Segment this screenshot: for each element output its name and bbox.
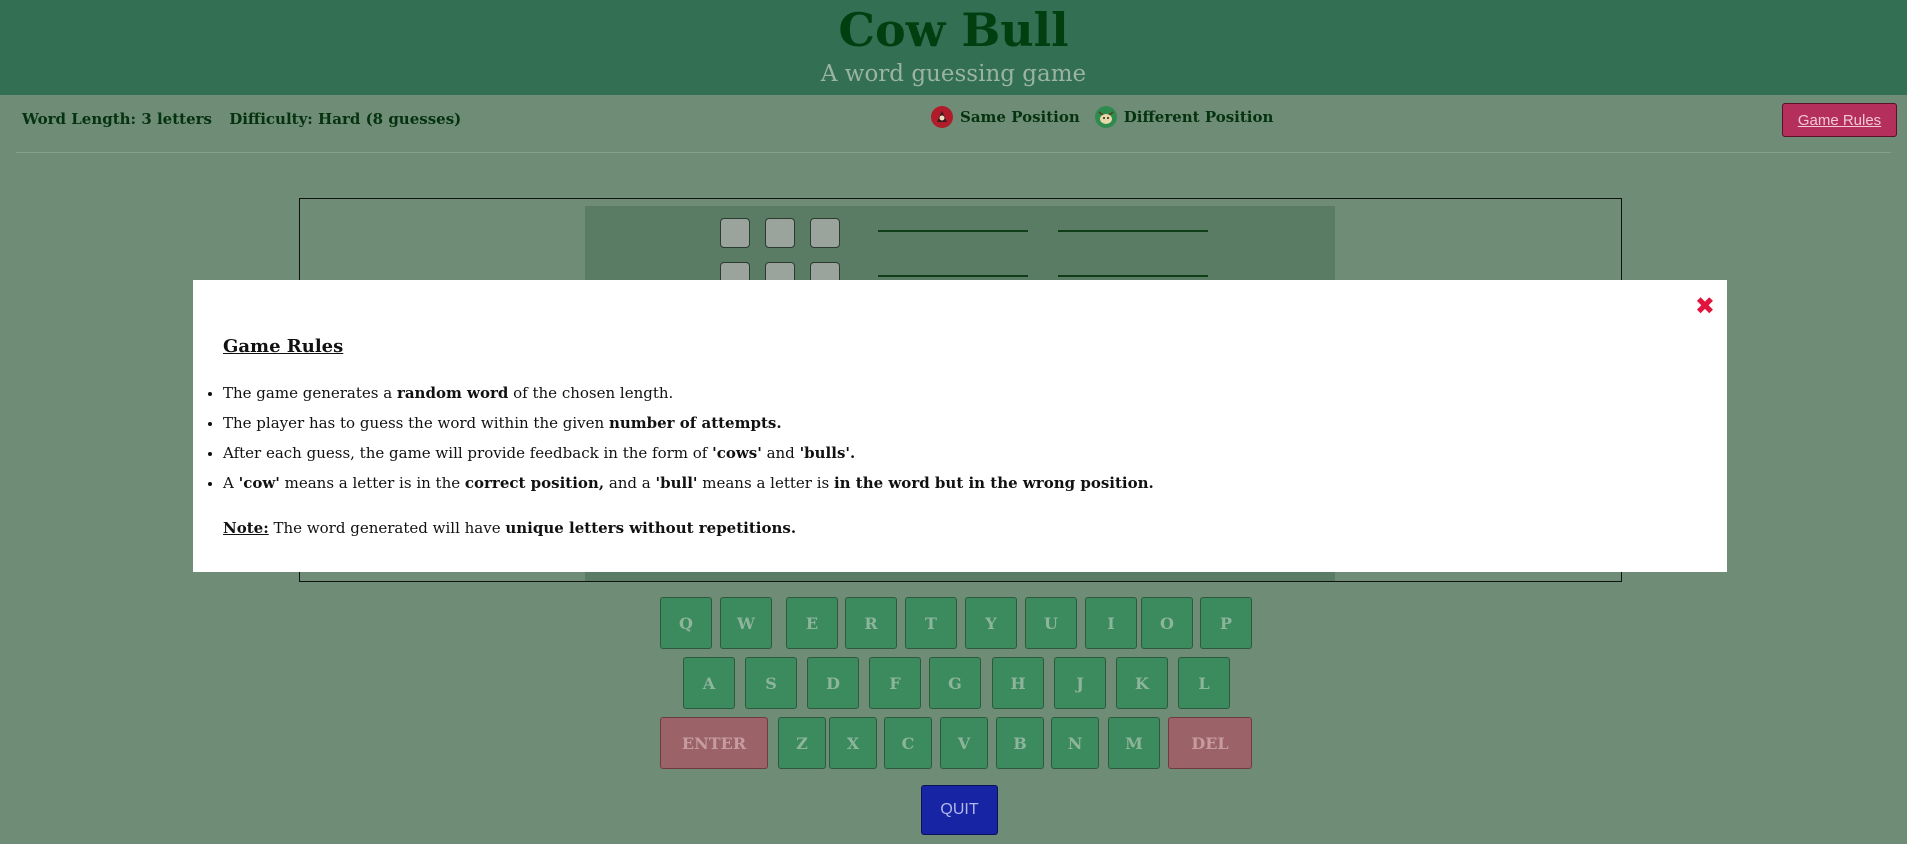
letter-slot <box>765 218 795 248</box>
word-length-label: Word Length: 3 letters <box>22 110 212 128</box>
key[interactable]: I <box>1085 597 1137 649</box>
rule-text: and <box>761 444 800 462</box>
rule-emphasis: 'bull' <box>655 474 698 492</box>
legend-same-label: Same Position <box>960 108 1080 126</box>
close-icon[interactable]: ✖ <box>1695 294 1715 318</box>
rule-item: After each guess, the game will provide … <box>223 443 1673 473</box>
note-label: Note: <box>223 519 269 537</box>
rules-list: The game generates a random word of the … <box>223 383 1673 503</box>
key[interactable]: K <box>1116 657 1168 709</box>
app-header: Cow Bull A word guessing game <box>0 0 1907 95</box>
key[interactable]: P <box>1200 597 1252 649</box>
rule-text: A <box>223 474 239 492</box>
app-title: Cow Bull <box>838 3 1069 57</box>
bull-count-line <box>1058 230 1208 232</box>
key[interactable]: C <box>884 717 932 769</box>
key[interactable]: E <box>786 597 838 649</box>
key[interactable]: Z <box>778 717 826 769</box>
rule-text: means a letter is <box>697 474 834 492</box>
rule-emphasis: number of attempts. <box>608 414 782 432</box>
info-bar: Word Length: 3 letters Difficulty: Hard … <box>0 95 1907 153</box>
key[interactable]: G <box>929 657 981 709</box>
feedback-legend: Same Position Different Position <box>930 105 1287 129</box>
key[interactable]: F <box>869 657 921 709</box>
key[interactable]: X <box>829 717 877 769</box>
rule-text: The player has to guess the word within … <box>223 414 609 432</box>
note-text: The word generated will have <box>268 519 506 537</box>
rule-text: and a <box>604 474 656 492</box>
key[interactable]: L <box>1178 657 1230 709</box>
rule-item: The game generates a random word of the … <box>223 383 1673 413</box>
cow-count-line <box>878 230 1028 232</box>
key[interactable]: B <box>996 717 1044 769</box>
enter-key[interactable]: ENTER <box>660 717 768 769</box>
key[interactable]: W <box>720 597 772 649</box>
rule-item: The player has to guess the word within … <box>223 413 1673 443</box>
rule-text: means a letter is in the <box>279 474 465 492</box>
legend-same-position: Same Position <box>930 105 1080 129</box>
rule-emphasis: correct position, <box>464 474 605 492</box>
header-divider <box>16 152 1891 153</box>
difficulty-label: Difficulty: Hard (8 guesses) <box>229 110 462 128</box>
game-settings: Word Length: 3 letters Difficulty: Hard … <box>22 110 473 128</box>
key[interactable]: J <box>1054 657 1106 709</box>
key[interactable]: H <box>992 657 1044 709</box>
key[interactable]: U <box>1025 597 1077 649</box>
cow-count-line <box>878 275 1028 277</box>
rule-emphasis: 'cow' <box>238 474 280 492</box>
bull-count-line <box>1058 275 1208 277</box>
key[interactable]: N <box>1051 717 1099 769</box>
key[interactable]: T <box>905 597 957 649</box>
letter-slot <box>810 218 840 248</box>
game-rules-modal: ✖ Game Rules The game generates a random… <box>193 280 1727 572</box>
key[interactable]: Q <box>660 597 712 649</box>
modal-title: Game Rules <box>223 336 344 357</box>
key[interactable]: D <box>807 657 859 709</box>
key[interactable]: V <box>940 717 988 769</box>
letter-slot <box>720 218 750 248</box>
legend-different-position: Different Position <box>1094 105 1274 129</box>
rule-emphasis: 'cows' <box>712 444 762 462</box>
key[interactable]: R <box>845 597 897 649</box>
rule-text: The game generates a <box>223 384 397 402</box>
rules-note: Note: The word generated will have uniqu… <box>223 519 796 537</box>
note-emphasis: unique letters without repetitions. <box>505 519 797 537</box>
key[interactable]: A <box>683 657 735 709</box>
rule-text: of the chosen length. <box>508 384 674 402</box>
rule-emphasis: in the word but in the wrong position. <box>833 474 1154 492</box>
rule-emphasis: random word <box>396 384 509 402</box>
bull-icon <box>1094 105 1118 129</box>
key[interactable]: S <box>745 657 797 709</box>
game-rules-button[interactable]: Game Rules <box>1782 103 1897 137</box>
rule-item: A 'cow' means a letter is in the correct… <box>223 473 1673 503</box>
app-subtitle: A word guessing game <box>820 61 1087 87</box>
quit-button[interactable]: QUIT <box>921 785 998 835</box>
key[interactable]: M <box>1108 717 1160 769</box>
key[interactable]: Y <box>965 597 1017 649</box>
rule-emphasis: 'bulls'. <box>799 444 856 462</box>
key[interactable]: O <box>1141 597 1193 649</box>
cow-icon <box>930 105 954 129</box>
rule-text: After each guess, the game will provide … <box>223 444 713 462</box>
legend-different-label: Different Position <box>1123 108 1274 126</box>
delete-key[interactable]: DEL <box>1168 717 1252 769</box>
